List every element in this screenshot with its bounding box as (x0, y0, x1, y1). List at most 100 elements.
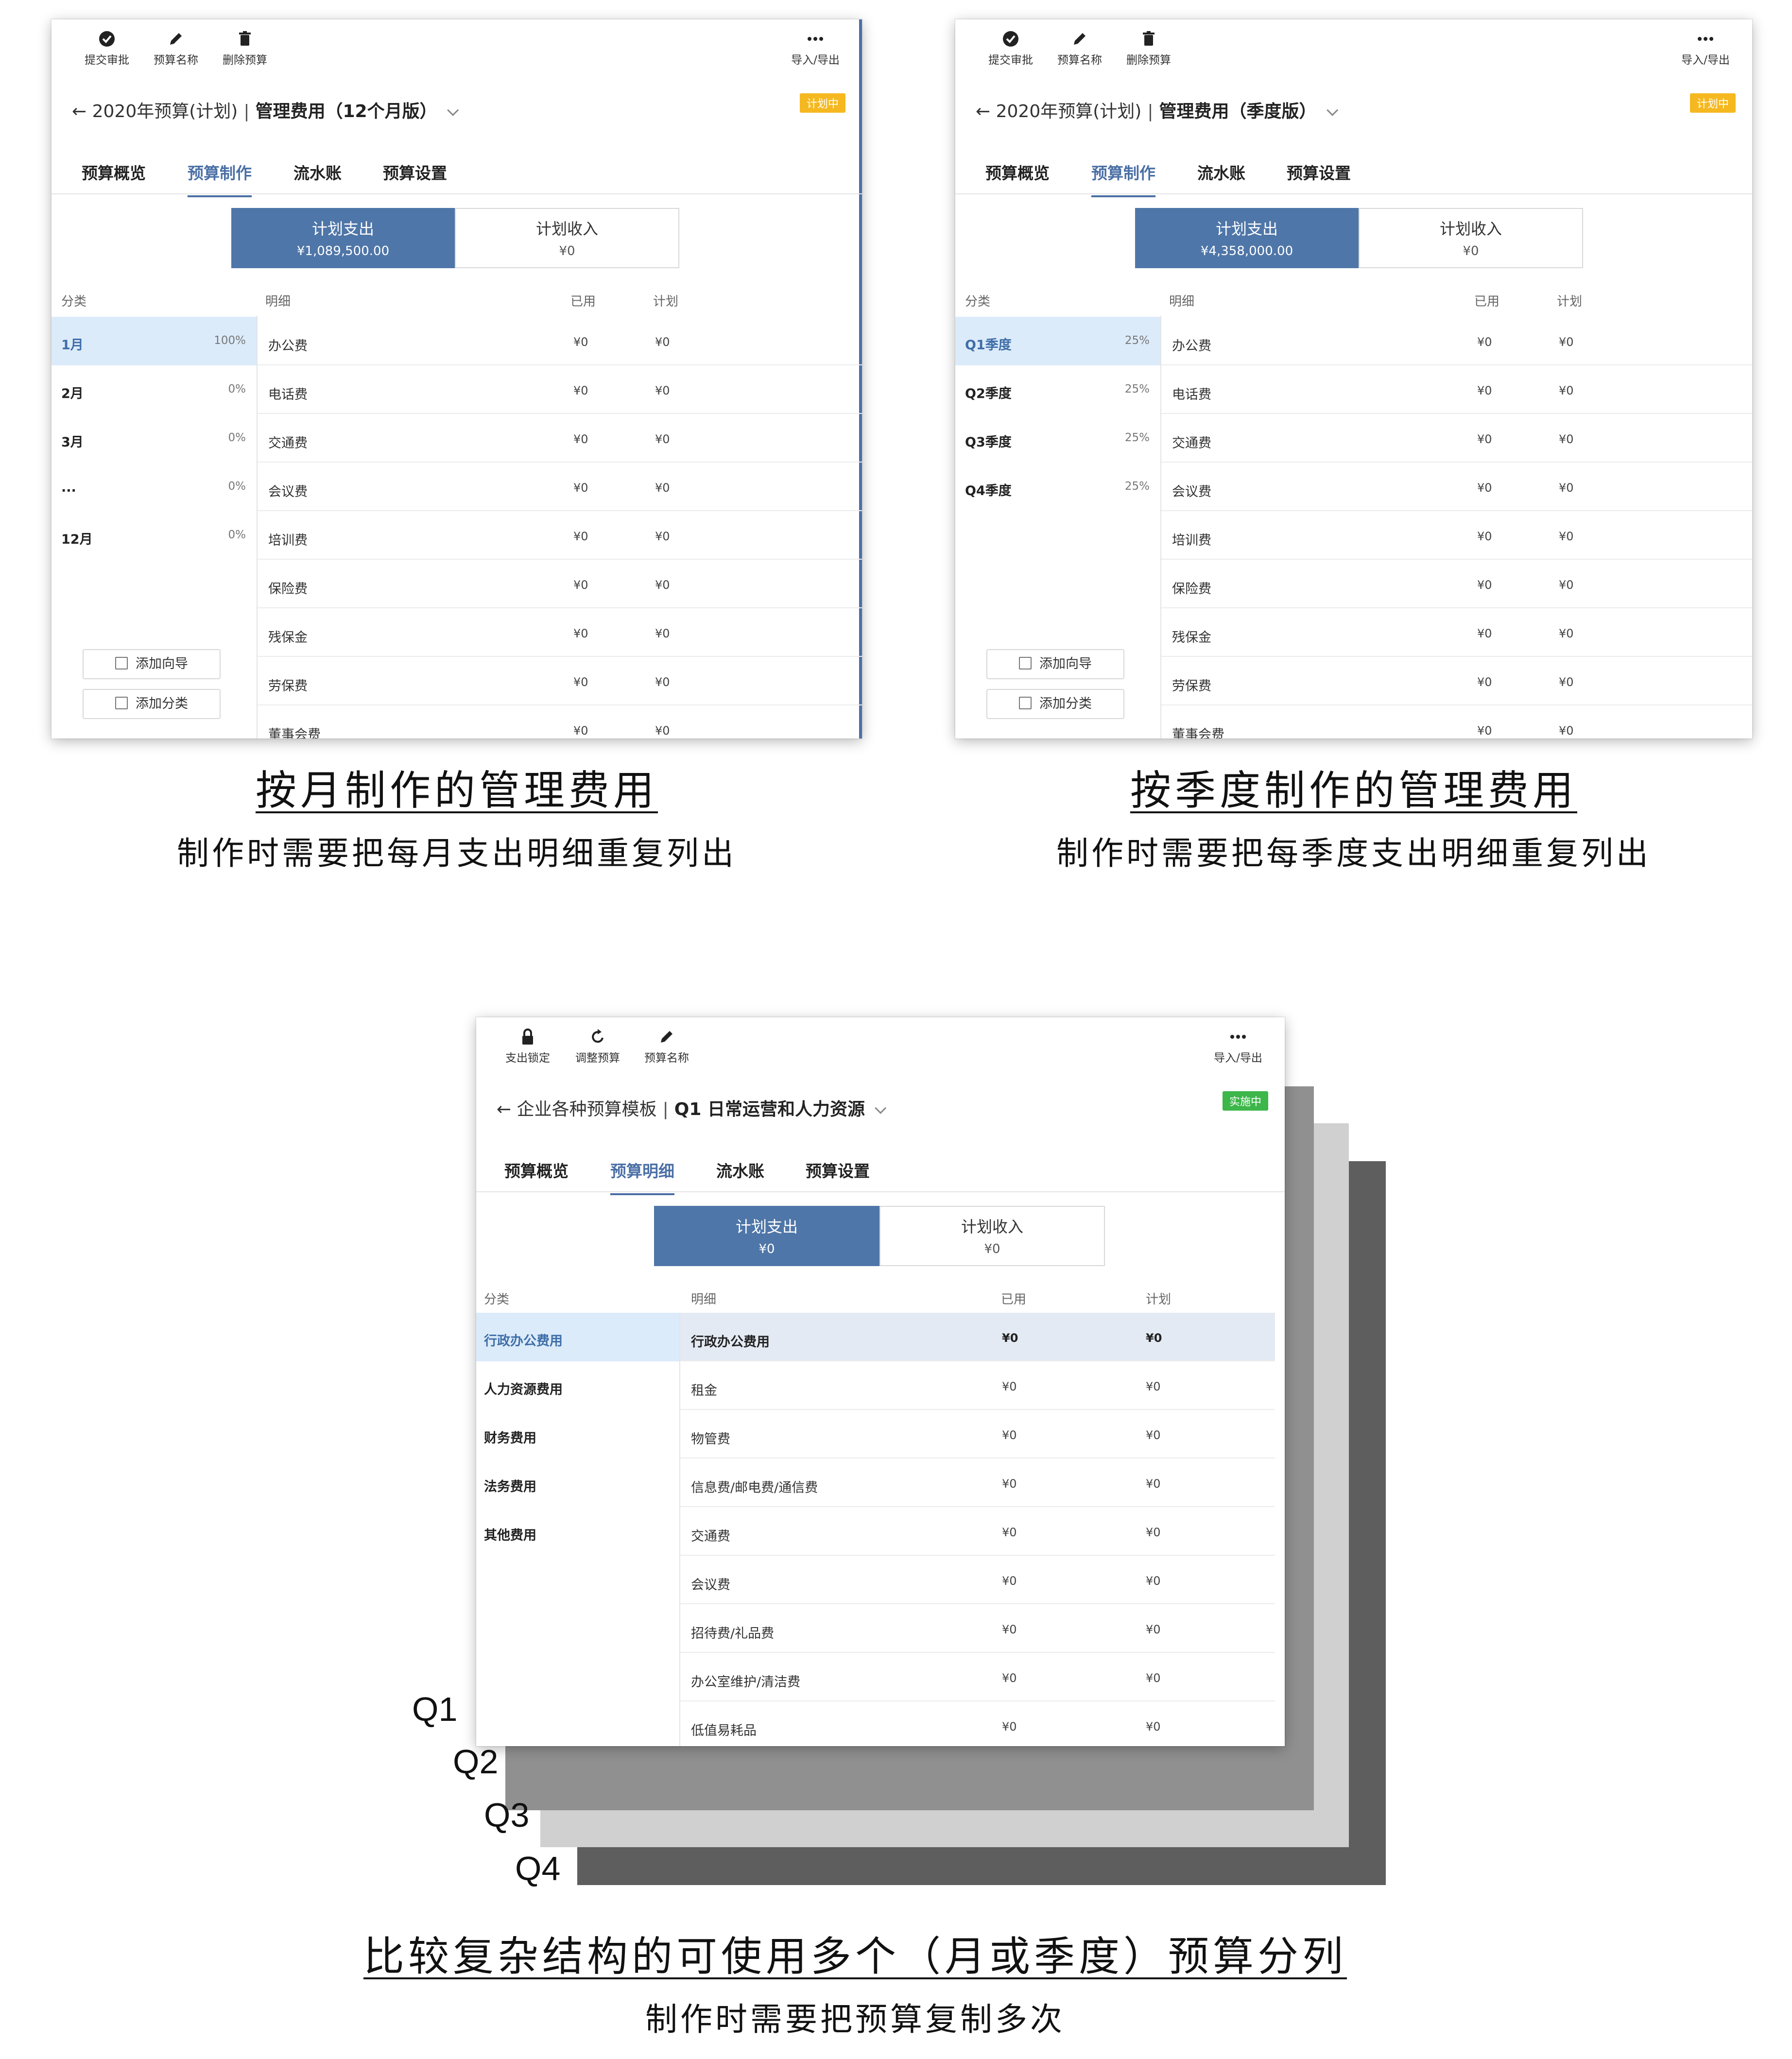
detail-row[interactable]: 行政办公费用 ¥0 ¥0 (680, 1313, 1275, 1361)
category-item-other[interactable]: 其他费用 (476, 1507, 679, 1556)
breadcrumb-parent[interactable]: 企业各种预算模板 (517, 1099, 657, 1119)
back-arrow-icon[interactable]: ← (72, 102, 86, 121)
detail-plan: ¥0 (655, 335, 670, 349)
import-export-button[interactable]: 导入/导出 (1676, 29, 1735, 67)
detail-plan: ¥0 (1559, 627, 1574, 640)
detail-row[interactable]: 低值易耗品 ¥0 ¥0 (680, 1701, 1275, 1746)
category-item-ellipsis[interactable]: ... 0% (52, 463, 257, 511)
tab-settings[interactable]: 预算设置 (1287, 160, 1351, 184)
category-item-admin[interactable]: 行政办公费用 (476, 1313, 679, 1361)
rename-budget-button[interactable]: 预算名称 (147, 29, 205, 67)
rename-budget-button[interactable]: 预算名称 (638, 1027, 696, 1065)
category-item-month-1[interactable]: 1月 100% (52, 317, 257, 365)
tab-overview[interactable]: 预算概览 (82, 160, 146, 184)
breadcrumb-parent[interactable]: 2020年预算(计划) (996, 102, 1142, 121)
tab-overview[interactable]: 预算概览 (504, 1158, 569, 1182)
detail-row[interactable]: 办公室维护/清洁费 ¥0 ¥0 (680, 1653, 1275, 1701)
import-export-button[interactable]: 导入/导出 (1209, 1027, 1267, 1065)
chevron-down-icon[interactable] (875, 1102, 887, 1114)
detail-row[interactable]: 董事会费 ¥0 ¥0 (258, 705, 862, 738)
tab-ledger[interactable]: 流水账 (716, 1158, 764, 1182)
add-category-button[interactable]: 添加分类 (986, 689, 1124, 719)
category-item-hr[interactable]: 人力资源费用 (476, 1361, 679, 1410)
planned-income-toggle[interactable]: 计划收入 ¥0 (455, 208, 679, 268)
detail-name: 物管费 (691, 1432, 730, 1447)
detail-row[interactable]: 劳保费 ¥0 ¥0 (1161, 657, 1752, 705)
add-category-button[interactable]: 添加分类 (83, 689, 221, 719)
toolbar: 提交审批 预算名称 删除预算 导入/导出 (52, 19, 862, 74)
detail-used: ¥0 (573, 384, 588, 397)
back-arrow-icon[interactable]: ← (497, 1099, 511, 1119)
detail-row[interactable]: 会议费 ¥0 ¥0 (1161, 463, 1752, 511)
tab-make[interactable]: 预算制作 (188, 160, 252, 197)
category-item-month-12[interactable]: 12月 0% (52, 511, 257, 560)
detail-row[interactable]: 电话费 ¥0 ¥0 (1161, 365, 1752, 414)
detail-row[interactable]: 劳保费 ¥0 ¥0 (258, 657, 862, 705)
tab-settings[interactable]: 预算设置 (806, 1158, 870, 1182)
category-item-finance[interactable]: 财务费用 (476, 1410, 679, 1458)
submit-approval-button[interactable]: 提交审批 (982, 29, 1040, 67)
detail-row[interactable]: 董事会费 ¥0 ¥0 (1161, 705, 1752, 738)
category-item-q1[interactable]: Q1季度 25% (955, 317, 1160, 365)
chevron-down-icon[interactable] (1326, 104, 1338, 116)
import-export-button[interactable]: 导入/导出 (786, 29, 844, 67)
tab-settings[interactable]: 预算设置 (383, 160, 447, 184)
detail-plan: ¥0 (1559, 432, 1574, 446)
category-name: Q4季度 (965, 483, 1012, 498)
planned-expense-toggle[interactable]: 计划支出 ¥0 (654, 1206, 879, 1266)
detail-row[interactable]: 办公费 ¥0 ¥0 (1161, 317, 1752, 365)
detail-used: ¥0 (1477, 724, 1492, 738)
category-item-q4[interactable]: Q4季度 25% (955, 463, 1160, 511)
detail-row[interactable]: 信息费/邮电费/通信费 ¥0 ¥0 (680, 1458, 1275, 1507)
detail-row[interactable]: 会议费 ¥0 ¥0 (680, 1556, 1275, 1604)
submit-approval-label: 提交审批 (988, 54, 1033, 67)
monthly-caption: 按月制作的管理费用 制作时需要把每月支出明细重复列出 (52, 758, 862, 874)
detail-row[interactable]: 交通费 ¥0 ¥0 (1161, 414, 1752, 463)
detail-row[interactable]: 交通费 ¥0 ¥0 (258, 414, 862, 463)
category-percent: 25% (1124, 383, 1150, 395)
tab-details[interactable]: 预算明细 (610, 1158, 674, 1195)
detail-row[interactable]: 电话费 ¥0 ¥0 (258, 365, 862, 414)
add-wizard-label: 添加向导 (1039, 656, 1092, 671)
category-item-month-2[interactable]: 2月 0% (52, 365, 257, 414)
tab-overview[interactable]: 预算概览 (985, 160, 1050, 184)
detail-row[interactable]: 残保金 ¥0 ¥0 (1161, 608, 1752, 657)
delete-budget-button[interactable]: 删除预算 (1120, 29, 1178, 67)
chevron-down-icon[interactable] (447, 104, 459, 116)
detail-row[interactable]: 培训费 ¥0 ¥0 (258, 511, 862, 560)
planned-expense-toggle[interactable]: 计划支出 ¥1,089,500.00 (231, 208, 455, 268)
category-item-month-3[interactable]: 3月 0% (52, 414, 257, 463)
rename-budget-button[interactable]: 预算名称 (1051, 29, 1109, 67)
breadcrumb-parent[interactable]: 2020年预算(计划) (92, 102, 238, 121)
delete-budget-button[interactable]: 删除预算 (216, 29, 274, 67)
detail-row[interactable]: 租金 ¥0 ¥0 (680, 1361, 1275, 1410)
adjust-budget-button[interactable]: 调整预算 (569, 1027, 627, 1065)
tab-ledger[interactable]: 流水账 (1197, 160, 1245, 184)
planned-income-toggle[interactable]: 计划收入 ¥0 (879, 1206, 1105, 1266)
detail-row[interactable]: 招待费/礼品费 ¥0 ¥0 (680, 1604, 1275, 1653)
add-wizard-button[interactable]: 添加向导 (83, 649, 221, 679)
detail-name: 行政办公费用 (691, 1335, 770, 1350)
lock-expense-button[interactable]: 支出锁定 (499, 1027, 557, 1065)
planned-expense-toggle[interactable]: 计划支出 ¥4,358,000.00 (1135, 208, 1359, 268)
detail-row[interactable]: 交通费 ¥0 ¥0 (680, 1507, 1275, 1556)
detail-row[interactable]: 保险费 ¥0 ¥0 (258, 560, 862, 608)
detail-row[interactable]: 培训费 ¥0 ¥0 (1161, 511, 1752, 560)
category-item-q2[interactable]: Q2季度 25% (955, 365, 1160, 414)
detail-row[interactable]: 物管费 ¥0 ¥0 (680, 1410, 1275, 1458)
detail-row[interactable]: 保险费 ¥0 ¥0 (1161, 560, 1752, 608)
tab-make[interactable]: 预算制作 (1091, 160, 1155, 197)
detail-row[interactable]: 办公费 ¥0 ¥0 (258, 317, 862, 365)
submit-approval-button[interactable]: 提交审批 (78, 29, 136, 67)
detail-row[interactable]: 残保金 ¥0 ¥0 (258, 608, 862, 657)
category-item-q3[interactable]: Q3季度 25% (955, 414, 1160, 463)
tab-ledger[interactable]: 流水账 (293, 160, 342, 184)
detail-plan: ¥0 (1146, 1623, 1161, 1636)
column-header-category: 分类 (61, 294, 87, 309)
delete-budget-label: 删除预算 (1126, 54, 1171, 67)
back-arrow-icon[interactable]: ← (976, 102, 990, 121)
category-item-legal[interactable]: 法务费用 (476, 1458, 679, 1507)
planned-income-toggle[interactable]: 计划收入 ¥0 (1359, 208, 1583, 268)
add-wizard-button[interactable]: 添加向导 (986, 649, 1124, 679)
detail-row[interactable]: 会议费 ¥0 ¥0 (258, 463, 862, 511)
